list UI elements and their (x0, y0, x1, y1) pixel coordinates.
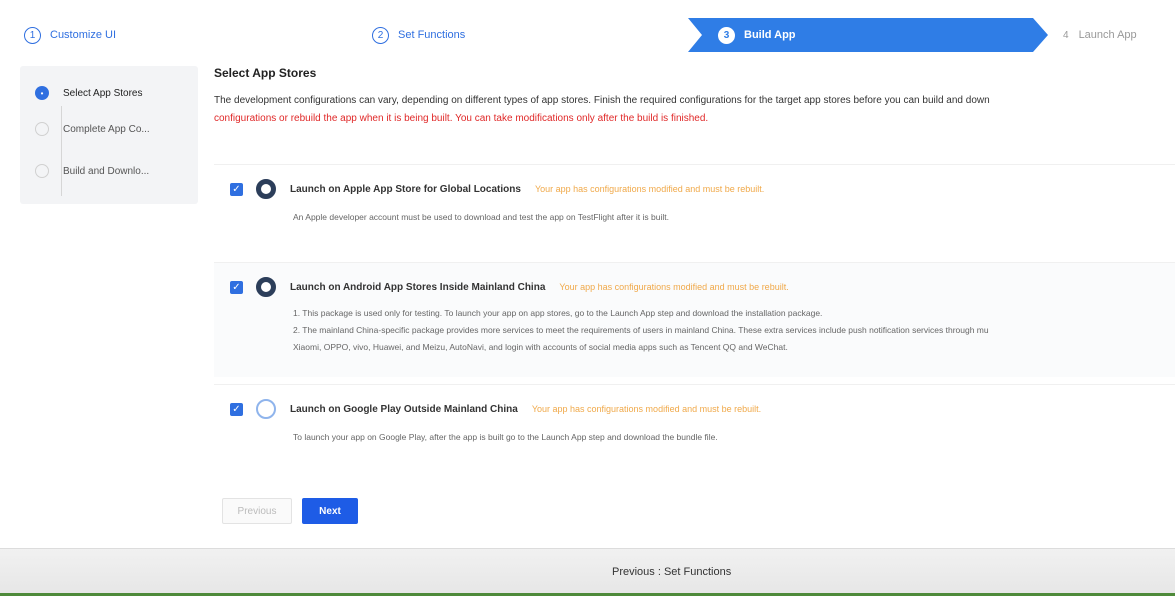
checkbox-checked[interactable]: ✓ (230, 402, 243, 416)
sidebar-item-label: Build and Downlo... (63, 165, 150, 177)
store-note: Your app has configurations modified and… (531, 404, 762, 414)
store-description: To launch your app on Google Play, after… (293, 429, 718, 446)
step-set-functions[interactable]: 2 Set Functions (372, 18, 465, 52)
checkbox-checked[interactable]: ✓ (230, 280, 243, 294)
page-description: The development configurations can vary,… (214, 92, 1175, 128)
step-launch-app[interactable]: 4 Launch App (1063, 18, 1137, 52)
step-label: Set Functions (398, 29, 466, 41)
store-description: An Apple developer account must be used … (293, 209, 669, 226)
footer-bar: Previous : Set Functions (0, 548, 1175, 596)
store-description: 1. This package is used only for testing… (293, 305, 989, 356)
previous-button[interactable]: Previous (222, 498, 292, 524)
sidebar-item-build-and-download[interactable]: Build and Downlo... (20, 161, 149, 181)
warning-text: configurations or rebuild the app when i… (214, 113, 709, 124)
step-label: Build App (744, 29, 796, 41)
store-option-apple: ✓ Launch on Apple App Store for Global L… (214, 164, 1175, 254)
store-description-line: To launch your app on Google Play, after… (293, 432, 718, 442)
checkbox-checked[interactable]: ✓ (230, 182, 243, 196)
store-option-google-play: ✓ Launch on Google Play Outside Mainland… (214, 384, 1175, 462)
step-customize-ui[interactable]: 1 Customize UI (24, 18, 116, 52)
step-progress-bar: 1 Customize UI 2 Set Functions 3 Build A… (0, 18, 1175, 52)
page-title: Select App Stores (214, 66, 317, 80)
step-label: Launch App (1078, 29, 1137, 41)
step-build-app[interactable]: 3 Build App (688, 18, 1048, 52)
pending-step-dot-icon (35, 122, 49, 136)
google-play-icon (256, 399, 276, 419)
step-number: 1 (24, 26, 41, 44)
store-description-line: An Apple developer account must be used … (293, 212, 669, 222)
sidebar-item-label: Complete App Co... (63, 123, 150, 135)
store-description-line: 2. The mainland China-specific package p… (293, 325, 989, 335)
android-store-icon (256, 277, 276, 297)
main-content: Select App Stores The development config… (214, 66, 1175, 462)
sidebar-item-complete-app-config[interactable]: Complete App Co... (20, 119, 150, 139)
store-name: Launch on Google Play Outside Mainland C… (290, 403, 518, 415)
store-note: Your app has configurations modified and… (559, 282, 789, 292)
store-option-android-china: ✓ Launch on Android App Stores Inside Ma… (214, 262, 1175, 377)
store-name: Launch on Android App Stores Inside Main… (290, 281, 546, 293)
store-description-line: Xiaomi, OPPO, vivo, Huawei, and Meizu, A… (293, 342, 788, 352)
sidebar-item-select-app-stores[interactable]: • Select App Stores (20, 83, 143, 103)
store-note: Your app has configurations modified and… (534, 184, 765, 194)
store-description-line: 1. This package is used only for testing… (293, 308, 823, 318)
navigation-buttons: Previous Next (222, 498, 358, 524)
step-number: 3 (718, 26, 735, 44)
build-substeps-sidebar: • Select App Stores Complete App Co... B… (20, 66, 198, 204)
step-label: Customize UI (50, 29, 117, 41)
store-name: Launch on Apple App Store for Global Loc… (290, 183, 521, 195)
step-number: 4 (1063, 26, 1069, 44)
step-number: 2 (372, 26, 389, 44)
apple-store-icon (256, 179, 276, 199)
sidebar-item-label: Select App Stores (63, 87, 143, 99)
previous-page-link[interactable]: Previous : Set Functions (612, 566, 731, 578)
pending-step-dot-icon (35, 164, 49, 178)
active-step-dot-icon: • (35, 86, 49, 100)
description-text: The development configurations can vary,… (214, 95, 990, 106)
next-button[interactable]: Next (302, 498, 358, 524)
